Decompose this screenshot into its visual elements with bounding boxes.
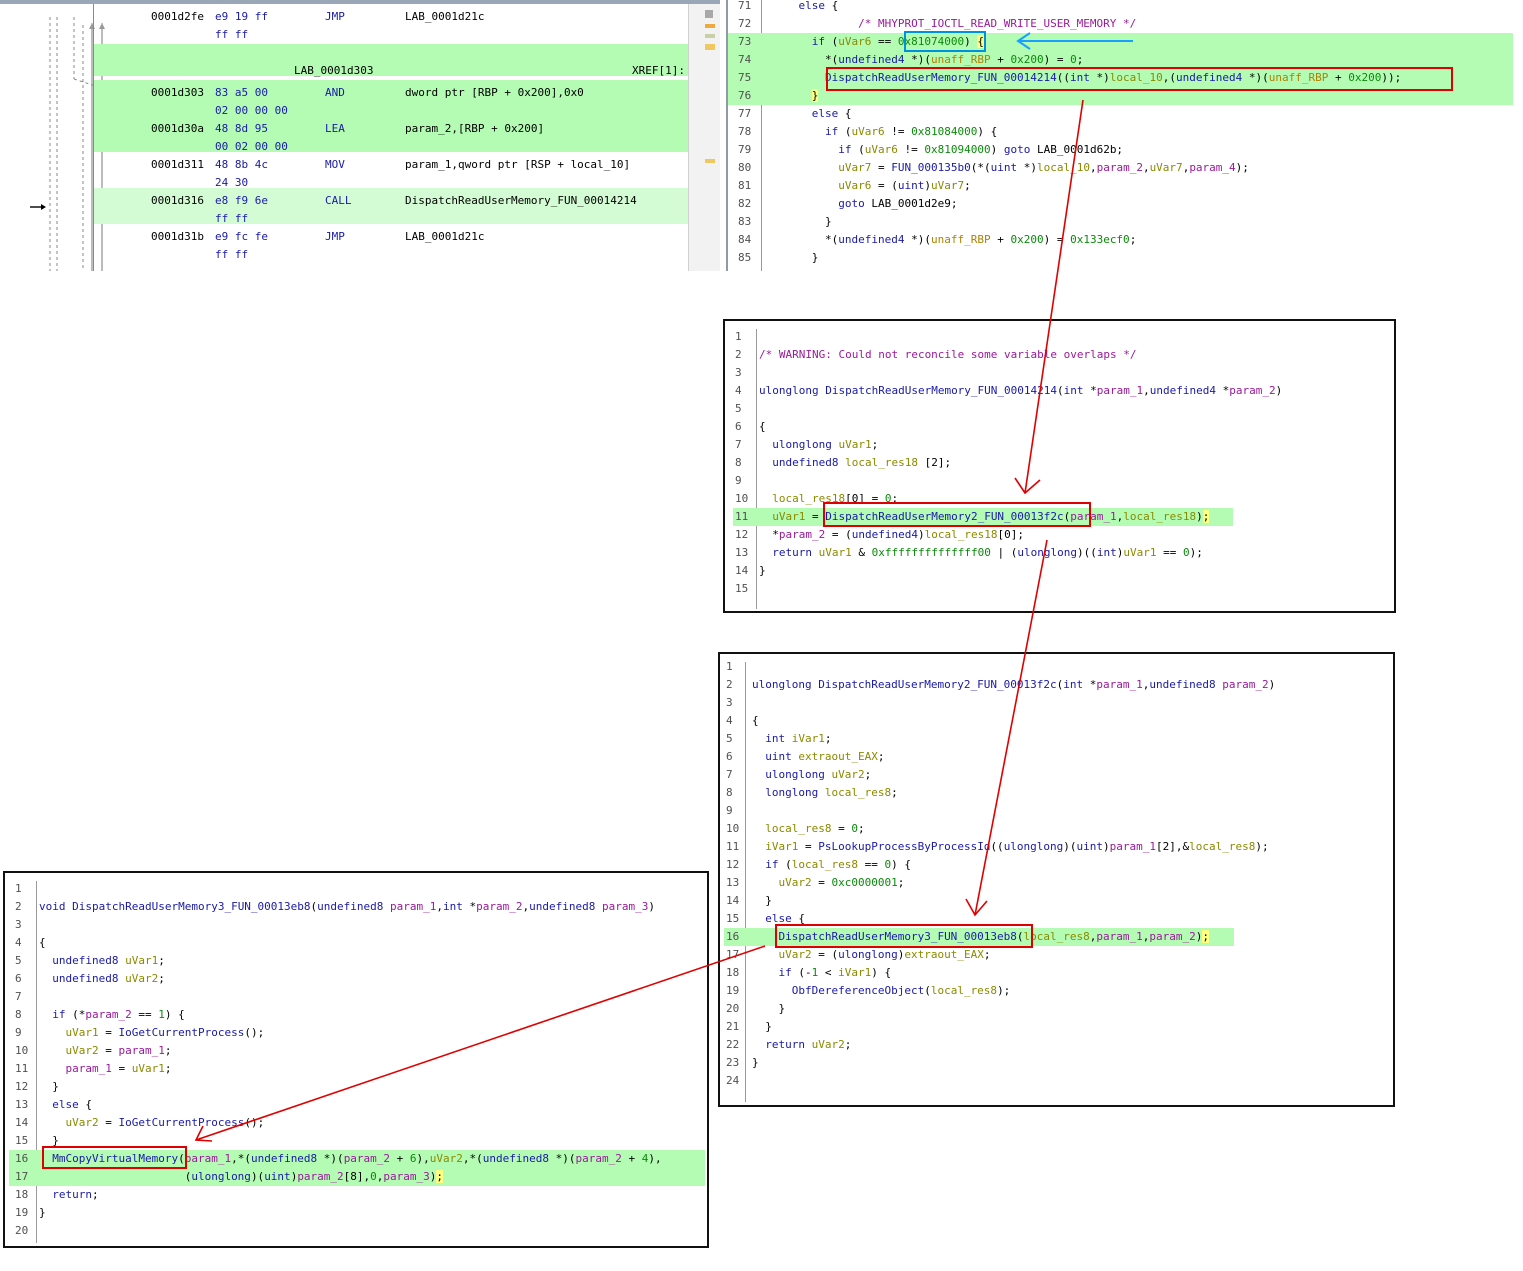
annotation-arrows bbox=[194, 32, 1133, 1142]
